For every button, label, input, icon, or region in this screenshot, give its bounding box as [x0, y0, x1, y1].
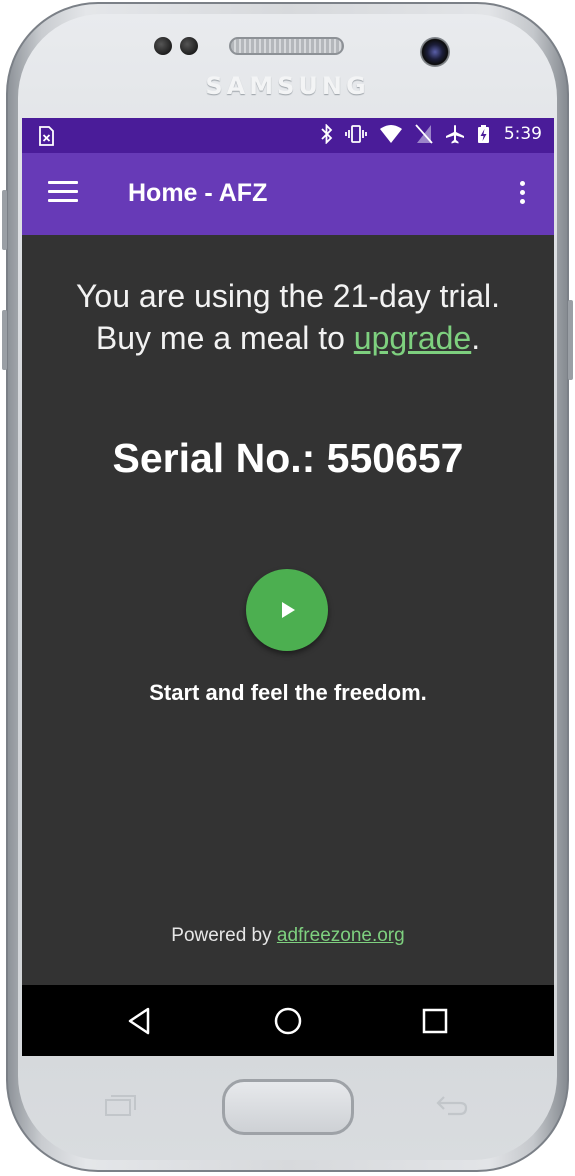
- start-tagline: Start and feel the freedom.: [149, 680, 427, 705]
- sim-missing-icon: [38, 126, 54, 150]
- status-bar: 5:39: [22, 118, 554, 153]
- back-icon[interactable]: [124, 1005, 156, 1037]
- app-title: Home - AFZ: [128, 179, 268, 207]
- no-sim-icon: [415, 124, 433, 144]
- upgrade-prefix: Buy me a meal to: [95, 320, 354, 356]
- powered-by: Powered by adfreezone.org: [22, 925, 554, 947]
- wifi-icon: [379, 125, 402, 143]
- home-icon[interactable]: [272, 1005, 304, 1037]
- bluetooth-icon: [321, 124, 333, 144]
- battery-charging-icon: [477, 125, 489, 143]
- screen: 5:39 Home - AFZ You are using the 21-day…: [22, 118, 554, 1056]
- status-clock: 5:39: [503, 124, 542, 144]
- recent-apps-key: [104, 1093, 138, 1123]
- volume-button-lower: [2, 310, 7, 370]
- upgrade-line: Buy me a meal to upgrade.: [22, 317, 554, 359]
- upgrade-suffix: .: [471, 320, 481, 356]
- app-bar: Home - AFZ: [22, 153, 554, 235]
- status-icons: 5:39: [321, 124, 542, 144]
- recents-icon[interactable]: [419, 1005, 451, 1037]
- start-button[interactable]: [246, 569, 328, 651]
- volume-button: [2, 190, 7, 250]
- front-camera: [420, 37, 450, 67]
- serial-number: Serial No.: 550657: [112, 435, 464, 481]
- upgrade-link[interactable]: upgrade: [354, 320, 471, 356]
- back-key: [434, 1093, 470, 1123]
- sensor-dot: [154, 37, 172, 55]
- more-vert-icon[interactable]: [514, 181, 530, 209]
- brand-logo: SAMSUNG: [205, 72, 370, 100]
- hamburger-menu-icon[interactable]: [48, 181, 78, 207]
- home-hardware-key: [222, 1079, 354, 1135]
- navigation-bar: [22, 985, 554, 1056]
- vibrate-icon: [344, 125, 367, 143]
- trial-line: You are using the 21-day trial.: [76, 278, 500, 314]
- play-icon: [282, 602, 295, 618]
- trial-message: You are using the 21-day trial. Buy me a…: [22, 275, 554, 359]
- powered-prefix: Powered by: [171, 925, 277, 946]
- airplane-icon: [445, 125, 464, 144]
- main-content: You are using the 21-day trial. Buy me a…: [22, 235, 554, 985]
- adfreezone-link[interactable]: adfreezone.org: [277, 925, 405, 946]
- sensor-dot: [180, 37, 198, 55]
- earpiece-speaker: [229, 37, 344, 55]
- power-button: [568, 300, 573, 380]
